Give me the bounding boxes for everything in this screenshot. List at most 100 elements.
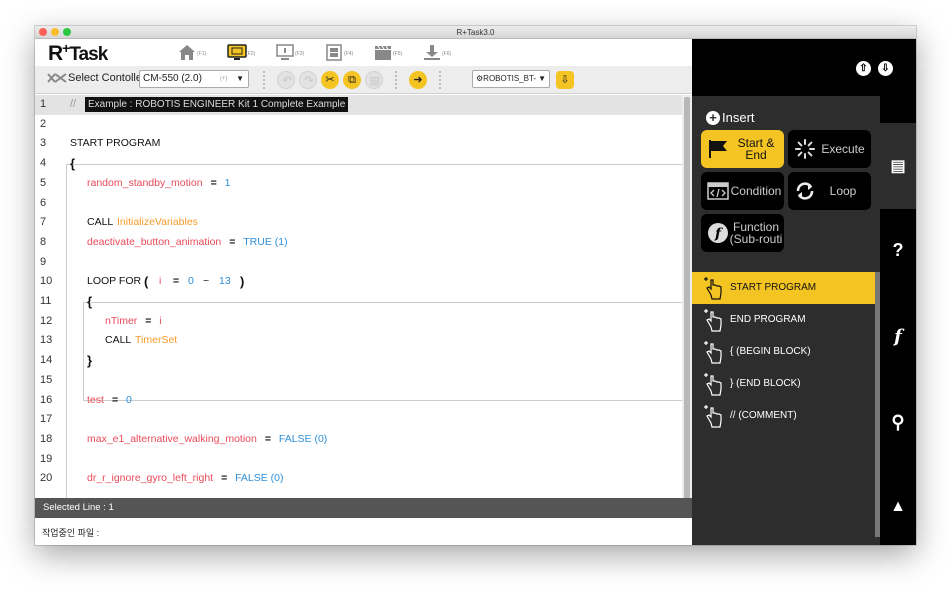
app-window: R+Task3.0 R + Task (F1) (F2) (F3) (F4) (F5… [35, 26, 916, 545]
category-label: Execute [821, 142, 865, 156]
code-line[interactable]: 11 { [35, 292, 682, 312]
logo-r: R [48, 42, 63, 65]
editor-scrollbar-thumb[interactable] [684, 97, 690, 515]
redo-button[interactable]: ↷ [299, 71, 317, 89]
nav-scene-button[interactable]: (F5) [374, 43, 423, 63]
comment-prefix: // [70, 98, 77, 110]
undo-icon: ↶ [282, 75, 292, 87]
category-function[interactable]: f Function (Sub-routi [701, 214, 784, 252]
code-line[interactable]: 1 // Example : ROBOTIS ENGINEER Kit 1 Comp… [35, 95, 682, 115]
code-line[interactable]: 20 dr_r_ignore_gyro_left_right = FALSE (0) [35, 469, 682, 489]
code-brace: { [70, 156, 76, 172]
cut-button[interactable]: ✂ [321, 71, 339, 89]
function-f-icon[interactable]: f [880, 326, 916, 347]
monitor-icon [227, 44, 247, 60]
hand-pointer-icon [704, 309, 722, 332]
code-line[interactable]: 8 deactivate_button_animation = TRUE (1) [35, 233, 682, 253]
code-line[interactable]: 4{ [35, 154, 682, 174]
code-line[interactable]: 15 [35, 371, 682, 391]
code-line[interactable]: 17 [35, 410, 682, 430]
line-number: 1 [40, 98, 47, 110]
editor-scrollbar[interactable] [682, 95, 692, 518]
paste-button[interactable]: ▤ [365, 71, 383, 89]
category-execute[interactable]: Execute [788, 130, 871, 168]
download-circle-icon[interactable]: ⇩ [878, 61, 893, 76]
category-loop[interactable]: Loop [788, 172, 871, 210]
nav-key-label: (F1) [197, 51, 207, 57]
download-to-device-button[interactable]: ⇩ [556, 71, 574, 89]
select-controller[interactable]: Select Contoller [47, 72, 146, 84]
code-line[interactable]: 12 nTimer = i [35, 312, 682, 332]
code-line[interactable]: 14} [35, 351, 682, 371]
paste-icon: ▤ [369, 75, 381, 87]
code-value: 1 [224, 176, 231, 189]
code-line[interactable]: 3 START PROGRAM [35, 134, 682, 154]
code-tilde: ~ [203, 275, 210, 288]
nav-home-button[interactable]: (F1) [178, 43, 227, 63]
command-item[interactable]: // (COMMENT) [692, 400, 875, 432]
copy-button[interactable]: ⧉ [343, 71, 361, 89]
location-pin-icon[interactable]: ⚲ [880, 412, 916, 433]
code-editor[interactable]: 1 // Example : ROBOTIS ENGINEER Kit 1 Comp… [35, 95, 682, 498]
code-line[interactable]: 6 [35, 194, 682, 214]
code-line[interactable]: 7 CALL InitializeVariables [35, 213, 682, 233]
code-number: 0 [188, 275, 194, 288]
nav-presentation-button[interactable]: (F3) [276, 43, 325, 63]
command-label: } (END BLOCK) [730, 378, 801, 389]
nav-motion-button[interactable]: (F4) [325, 43, 374, 63]
warning-icon[interactable]: ▲ [880, 498, 916, 516]
category-start-end[interactable]: Start & End [701, 130, 784, 168]
line-number: 5 [40, 176, 47, 189]
current-file-label: 작업중인 파일 : [42, 528, 100, 538]
insert-label: Insert [722, 110, 755, 125]
device-select[interactable]: ⚙ROBOTIS_BT- ▼ [472, 70, 550, 88]
nav-key-label: (F6) [442, 51, 452, 57]
code-value: FALSE (0) [278, 432, 328, 445]
code-line[interactable]: 18 max_e1_alternative_walking_motion = FALS… [35, 430, 682, 450]
close-window-button[interactable] [39, 28, 47, 36]
command-item[interactable]: START PROGRAM [692, 272, 875, 304]
undo-button[interactable]: ↶ [277, 71, 295, 89]
command-item[interactable]: END PROGRAM [692, 304, 875, 336]
right-panel: ⇧ ⇩ + Insert Start & End Execute Conditio… [692, 39, 916, 545]
code-variable: random_standby_motion [87, 176, 203, 189]
nav-key-label: (F2) [246, 51, 256, 57]
nav-key-label: (F5) [393, 51, 403, 57]
film-icon [326, 44, 342, 61]
nav-task-button[interactable]: (F2) [227, 43, 276, 63]
code-line[interactable]: 16 test = 0 [35, 391, 682, 411]
line-number: 19 [40, 452, 53, 465]
controller-select[interactable]: CM-550 (2.0) (+) ▼ [139, 70, 249, 88]
nav-download-button[interactable]: (F6) [423, 43, 472, 63]
code-keyword: CALL [87, 216, 114, 229]
command-item[interactable]: { (BEGIN BLOCK) [692, 336, 875, 368]
code-variable: i [159, 275, 162, 288]
insert-panel: + Insert Start & End Execute Condition Lo… [692, 96, 880, 545]
code-line[interactable]: 5 random_standby_motion = 1 [35, 174, 682, 194]
category-condition[interactable]: Condition [701, 172, 784, 210]
download-device-icon: ⇩ [560, 74, 570, 86]
code-operator: = [210, 176, 217, 189]
zoom-window-button[interactable] [63, 28, 71, 36]
command-item[interactable]: } (END BLOCK) [692, 368, 875, 400]
minimize-window-button[interactable] [51, 28, 59, 36]
right-side-tabs: ▤ ? f ⚲ ▲ [880, 96, 916, 545]
upload-circle-icon[interactable]: ⇧ [856, 61, 871, 76]
message-icon[interactable]: ▤ [880, 156, 916, 176]
chevron-down-icon: ▼ [538, 74, 546, 83]
help-icon[interactable]: ? [880, 240, 916, 261]
code-line[interactable]: 13 CALL TimerSet [35, 331, 682, 351]
controller-select-value: CM-550 (2.0) [143, 73, 202, 84]
code-value: 0 [125, 393, 132, 406]
code-line[interactable]: 10 LOOP FOR(i = 0 ~13) [35, 272, 682, 292]
code-operator: = [221, 472, 228, 485]
code-line[interactable]: 2 [35, 115, 682, 135]
hand-pointer-icon [704, 373, 722, 396]
code-line[interactable]: 9 [35, 253, 682, 273]
code-window-icon [707, 182, 729, 200]
exit-icon: ➜ [413, 74, 423, 86]
code-line[interactable]: 19 [35, 450, 682, 470]
exit-button[interactable]: ➜ [409, 71, 427, 89]
hand-pointer-icon [704, 277, 722, 300]
command-label: START PROGRAM [730, 282, 817, 293]
